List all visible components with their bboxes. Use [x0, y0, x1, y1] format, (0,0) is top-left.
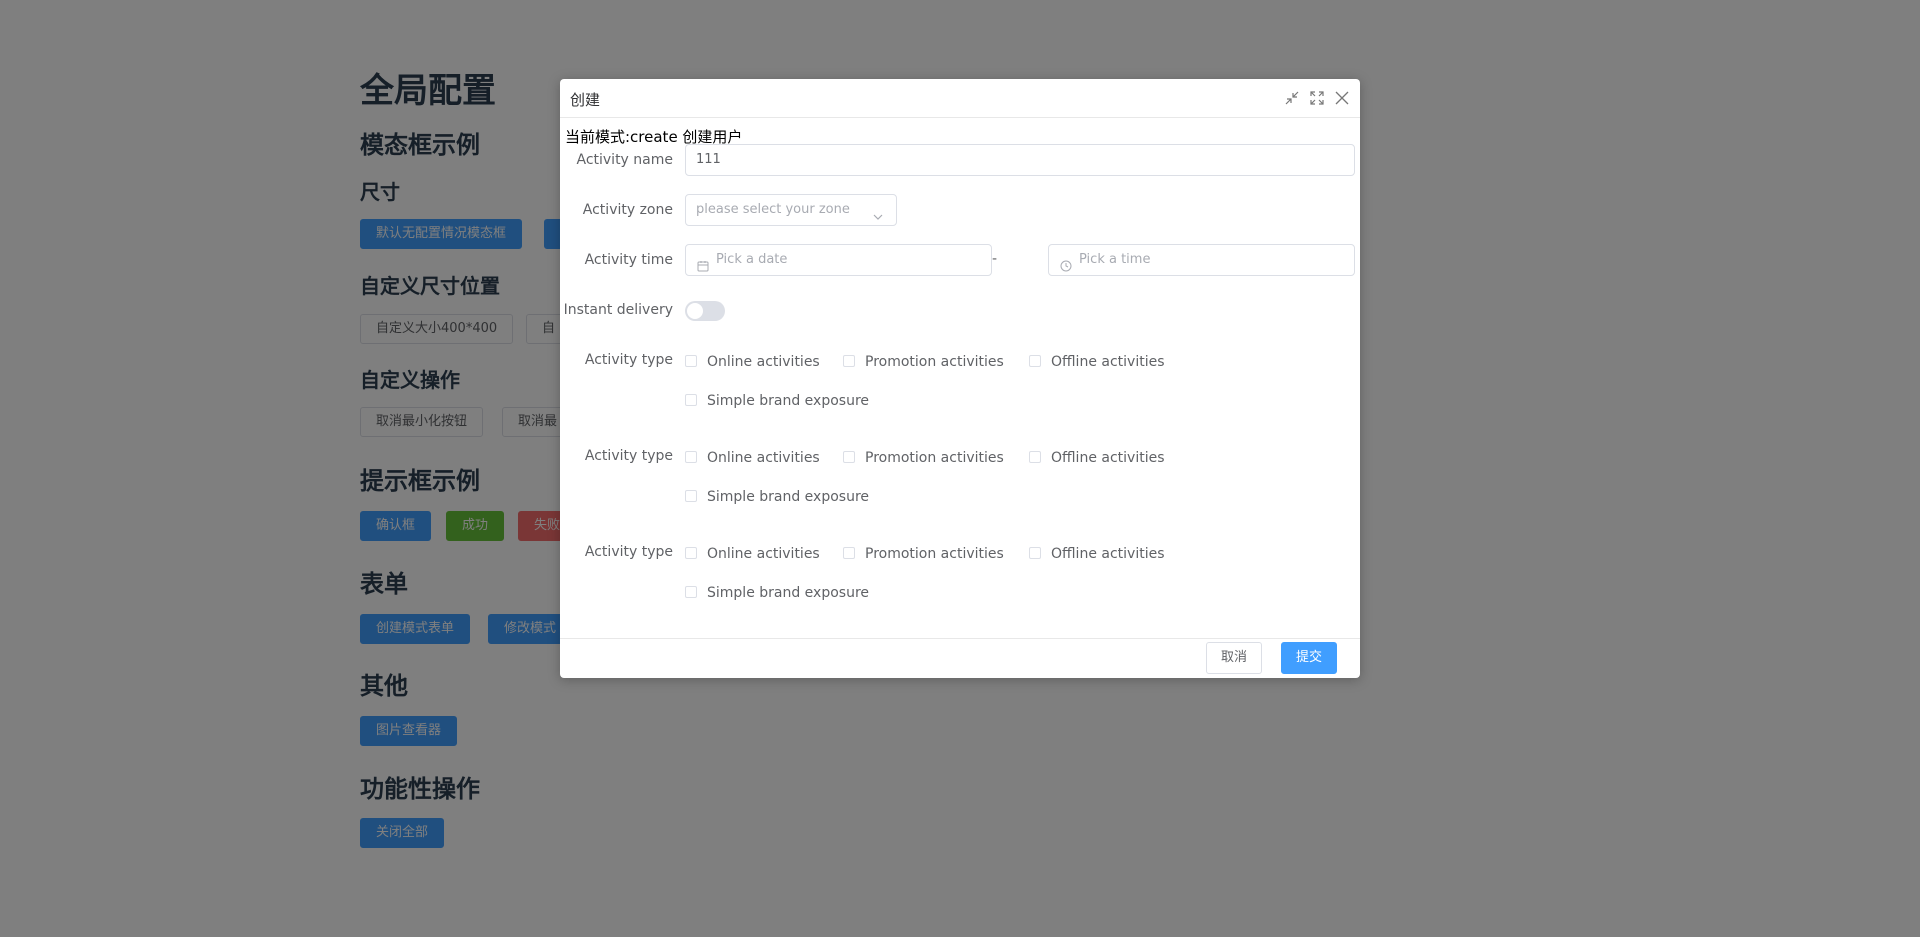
checkbox-box: [843, 355, 855, 367]
checkbox-label: Online activities: [707, 354, 820, 370]
checkbox-label: Offline activities: [1051, 450, 1165, 466]
submit-button[interactable]: 提交: [1281, 642, 1338, 674]
checkbox-box: [685, 355, 697, 367]
activity-zone-select[interactable]: please select your zone: [685, 194, 897, 226]
cancel-button[interactable]: 取消: [1206, 642, 1263, 674]
switch-knob: [687, 303, 703, 319]
minimize-icon[interactable]: [1284, 90, 1300, 106]
create-dialog: 创建 当前模式:create 创建用户 Activity name 111 Ac…: [560, 79, 1360, 678]
checkbox-label: Promotion activities: [865, 450, 1004, 466]
activity-name-value: 111: [696, 152, 721, 167]
zone-placeholder: please select your zone: [696, 202, 850, 217]
checkbox-label: Simple brand exposure: [707, 585, 870, 601]
checkbox-label: Simple brand exposure: [707, 393, 870, 409]
close-icon[interactable]: [1334, 90, 1350, 106]
activity-type-label: Activity type: [584, 448, 673, 464]
activity-name-input[interactable]: 111: [685, 144, 1355, 176]
activity-time-label: Activity time: [584, 252, 673, 268]
checkbox-box: [843, 451, 855, 463]
date-placeholder: Pick a date: [716, 252, 788, 267]
dialog-footer: 取消 提交: [560, 638, 1360, 678]
dialog-header[interactable]: 创建: [560, 79, 1360, 118]
checkbox-box: [685, 586, 697, 598]
checkbox-box: [1029, 355, 1041, 367]
checkbox-box: [685, 394, 697, 406]
instant-delivery-switch[interactable]: [685, 301, 725, 321]
activity-name-label: Activity name: [576, 152, 673, 168]
checkbox-label: Simple brand exposure: [707, 489, 870, 505]
checkbox-box: [1029, 547, 1041, 559]
instant-delivery-label: Instant delivery: [563, 302, 673, 318]
calendar-icon: [697, 254, 709, 272]
clock-icon: [1060, 254, 1072, 272]
chevron-down-icon: [872, 205, 884, 220]
activity-type-label: Activity type: [584, 352, 673, 368]
checkbox-box: [1029, 451, 1041, 463]
checkbox-label: Promotion activities: [865, 546, 1004, 562]
checkbox-label: Offline activities: [1051, 546, 1165, 562]
date-picker[interactable]: Pick a date: [685, 244, 992, 276]
checkbox-label: Online activities: [707, 546, 820, 562]
time-separator: -: [992, 251, 998, 267]
activity-type-label: Activity type: [584, 544, 673, 560]
checkbox-label: Online activities: [707, 450, 820, 466]
checkbox-box: [685, 547, 697, 559]
activity-zone-label: Activity zone: [582, 202, 673, 218]
checkbox-label: Promotion activities: [865, 354, 1004, 370]
checkbox-box: [685, 490, 697, 502]
time-placeholder: Pick a time: [1079, 252, 1151, 267]
time-picker[interactable]: Pick a time: [1048, 244, 1355, 276]
dialog-title: 创建: [570, 91, 601, 109]
checkbox-label: Offline activities: [1051, 354, 1165, 370]
fullscreen-icon[interactable]: [1309, 90, 1325, 106]
checkbox-box: [685, 451, 697, 463]
checkbox-box: [843, 547, 855, 559]
